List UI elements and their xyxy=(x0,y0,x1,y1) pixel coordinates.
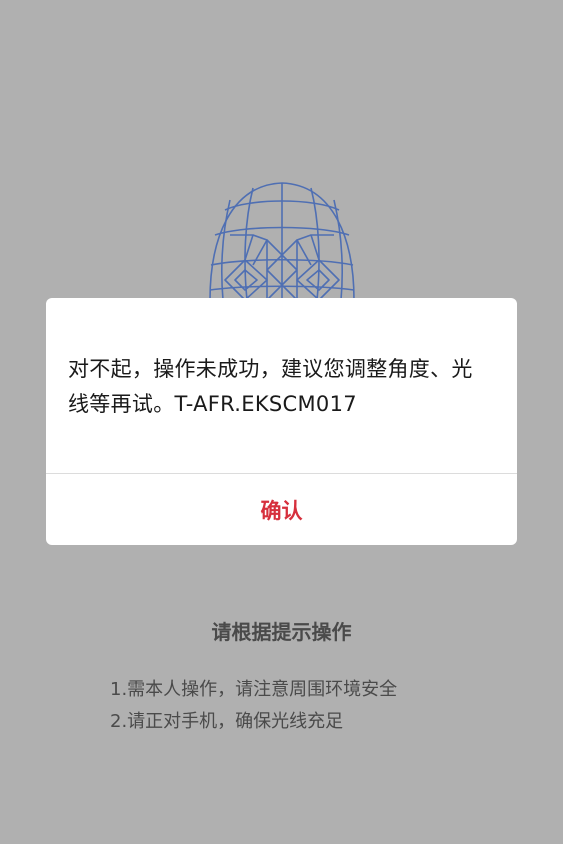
instructions-panel: 请根据提示操作 1.需本人操作，请注意周围环境安全 2.请正对手机，确保光线充足 xyxy=(0,616,563,732)
face-mesh-icon xyxy=(205,180,359,310)
error-dialog: 对不起，操作未成功，建议您调整角度、光线等再试。T-AFR.EKSCM017 确… xyxy=(46,298,517,545)
instruction-item: 2.请正对手机，确保光线充足 xyxy=(110,711,344,732)
instruction-item: 1.需本人操作，请注意周围环境安全 xyxy=(110,679,398,700)
confirm-button[interactable]: 确认 xyxy=(46,474,517,545)
instructions-list: 1.需本人操作，请注意周围环境安全 2.请正对手机，确保光线充足 xyxy=(110,674,397,738)
dialog-message: 对不起，操作未成功，建议您调整角度、光线等再试。T-AFR.EKSCM017 xyxy=(68,357,473,416)
instructions-title: 请根据提示操作 xyxy=(211,620,352,644)
